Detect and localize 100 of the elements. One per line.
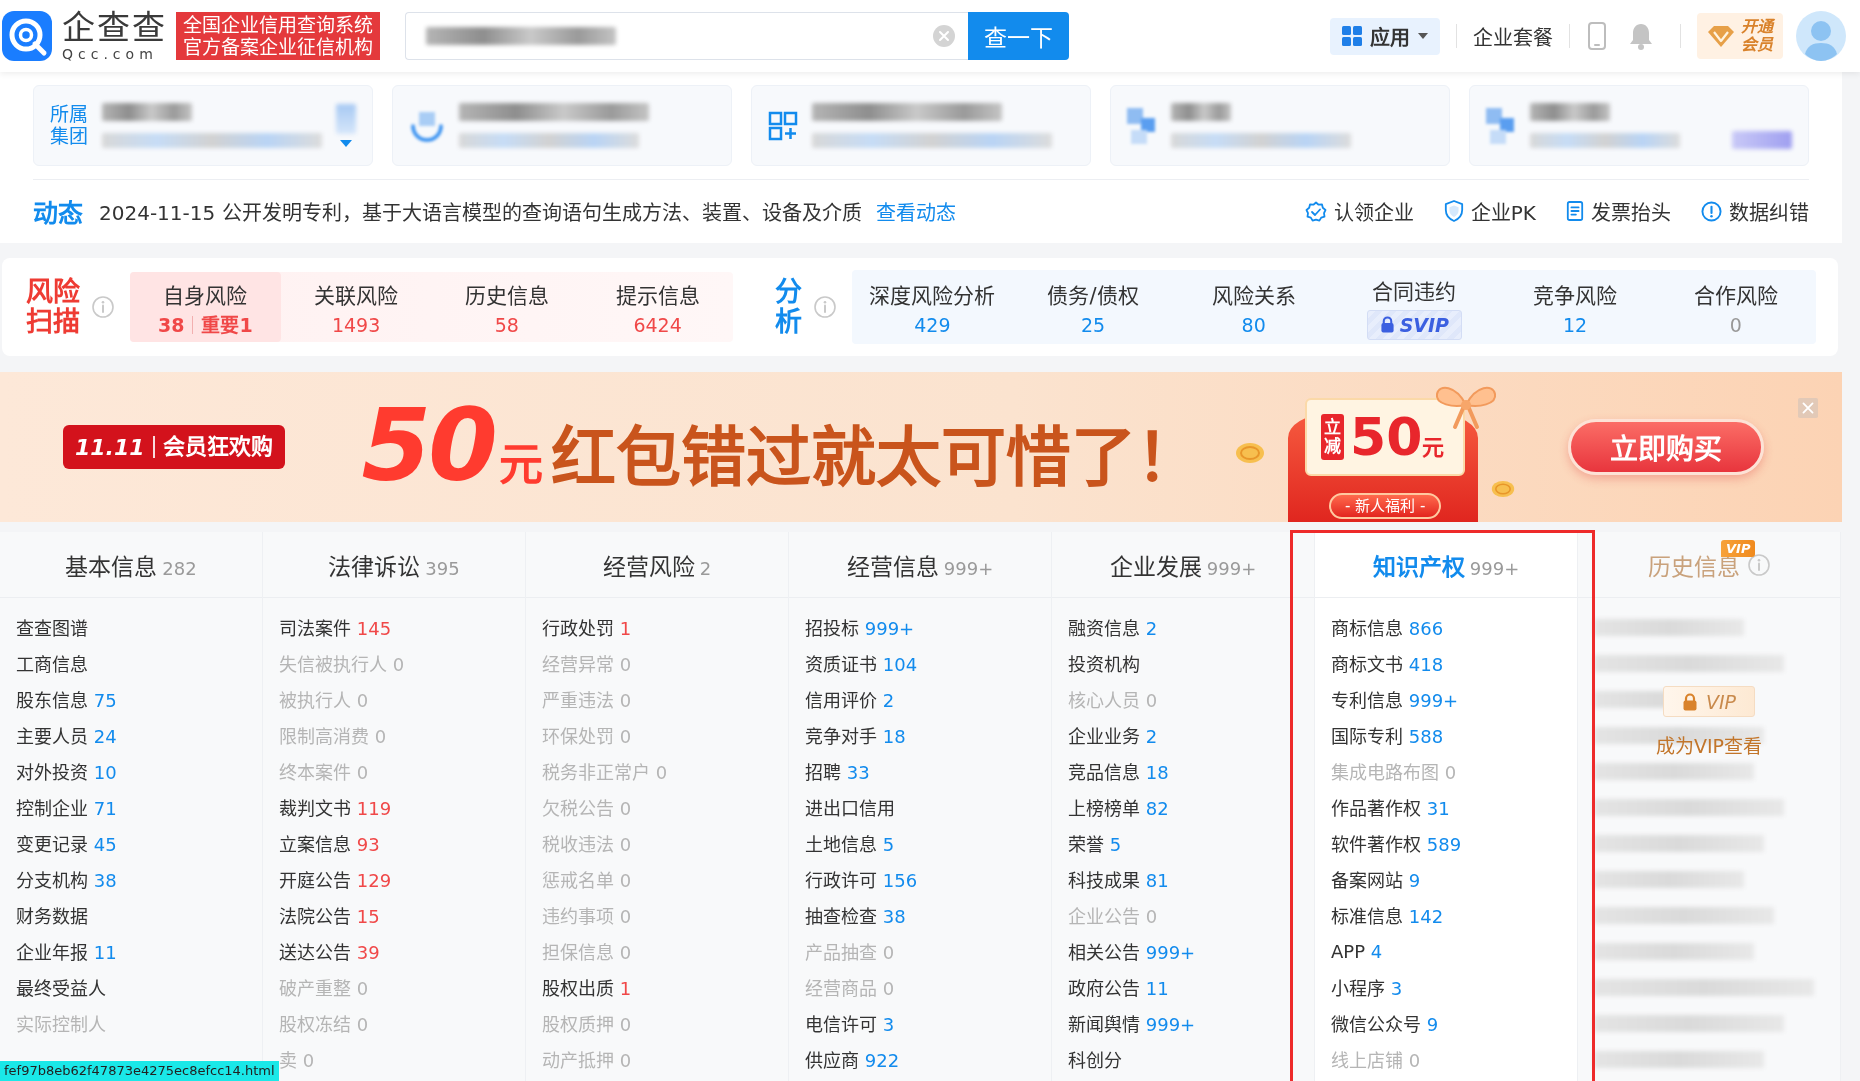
nav-link[interactable]: 工商信息 [16, 650, 88, 676]
nav-link[interactable]: 开庭公告 129 [279, 866, 392, 892]
nav-link[interactable]: 电信许可 3 [805, 1010, 895, 1036]
nav-link[interactable]: 查查图谱 [16, 614, 88, 640]
analysis-tab[interactable]: 深度风险分析 429 [852, 270, 1013, 344]
nav-link[interactable]: 主要人员 24 [16, 722, 117, 748]
risk-tab[interactable]: 提示信息 6424 [582, 272, 733, 342]
related-card[interactable] [1469, 85, 1809, 166]
nav-link[interactable]: 信用评价 2 [805, 686, 895, 712]
analysis-tab[interactable]: 合作风险 0 [1655, 270, 1817, 344]
view-news-link[interactable]: 查看动态 [875, 196, 956, 226]
promo-headline: 50元 红包错过就太可惜了！ [361, 395, 1201, 499]
brand-name: 企查查 [62, 10, 167, 45]
nav-link[interactable]: 资质证书 104 [805, 650, 918, 676]
nav-link[interactable]: 控制企业 71 [16, 794, 117, 820]
nav-link[interactable]: 土地信息 5 [805, 830, 895, 856]
nav-link[interactable]: 企业年报 11 [16, 938, 117, 964]
risk-tab[interactable]: 历史信息 58 [431, 272, 583, 342]
nav-link[interactable]: 相关公告 999+ [1068, 938, 1196, 964]
risk-tab[interactable]: 自身风险 38 重要1 [130, 272, 281, 342]
svip-badge[interactable]: SVIP [1366, 309, 1463, 340]
nav-link[interactable]: 小程序 3 [1331, 974, 1403, 1000]
nav-link[interactable]: 商标文书 418 [1331, 650, 1444, 676]
nav-link[interactable]: 法院公告 15 [279, 902, 380, 928]
nav-link[interactable]: 司法案件 145 [279, 614, 392, 640]
analysis-tab[interactable]: 债务/债权 25 [1012, 270, 1174, 344]
info-icon[interactable] [1748, 553, 1770, 576]
section-tab[interactable]: 法律诉讼 395 [263, 532, 525, 598]
nav-link[interactable]: 新闻舆情 999+ [1068, 1010, 1196, 1036]
nav-link[interactable]: 送达公告 39 [279, 938, 380, 964]
nav-link[interactable]: 政府公告 11 [1068, 974, 1169, 1000]
related-card[interactable] [751, 85, 1091, 166]
search-field[interactable] [405, 12, 968, 60]
nav-link[interactable]: 融资信息 2 [1068, 614, 1158, 640]
nav-link[interactable]: 裁判文书 119 [279, 794, 392, 820]
nav-link[interactable]: 行政许可 156 [805, 866, 918, 892]
analysis-tab[interactable]: 竞争风险 12 [1494, 270, 1656, 344]
nav-link[interactable]: 专利信息 999+ [1331, 686, 1459, 712]
info-icon[interactable] [814, 296, 836, 318]
claim-company-link[interactable]: 认领企业 [1304, 196, 1414, 226]
blurred-text [1171, 103, 1231, 121]
nav-link[interactable]: 竞品信息 18 [1068, 758, 1169, 784]
nav-link[interactable]: 招投标 999+ [805, 614, 915, 640]
section-tab[interactable]: 基本信息 282 [0, 532, 262, 598]
nav-link[interactable]: 备案网站 9 [1331, 866, 1421, 892]
related-card[interactable] [1110, 85, 1450, 166]
nav-link[interactable]: 上榜榜单 82 [1068, 794, 1169, 820]
section-tab[interactable]: 经营信息 999+ [789, 532, 1051, 598]
report-error-link[interactable]: 数据纠错 [1701, 196, 1809, 226]
nav-link[interactable]: 投资机构 [1068, 650, 1140, 676]
nav-link[interactable]: 最终受益人 [16, 974, 106, 1000]
news-title: 动态 [33, 198, 83, 229]
nav-link[interactable]: 竞争对手 18 [805, 722, 906, 748]
nav-link[interactable]: 进出口信用 [805, 794, 895, 820]
analysis-title: 分析 [775, 277, 802, 337]
section-tab[interactable]: 经营风险 2 [526, 532, 788, 598]
section-tab[interactable]: 知识产权 999+ [1315, 532, 1577, 598]
nav-link[interactable]: 荣誉 5 [1068, 830, 1122, 856]
search-button[interactable]: 查一下 [968, 12, 1069, 60]
nav-link[interactable]: 标准信息 142 [1331, 902, 1444, 928]
nav-link[interactable]: 商标信息 866 [1331, 614, 1444, 640]
info-icon[interactable] [92, 296, 114, 318]
nav-link[interactable]: 股东信息 75 [16, 686, 117, 712]
nav-link[interactable]: 科创分 [1068, 1046, 1122, 1072]
nav-link[interactable]: 招聘 33 [805, 758, 870, 784]
nav-link[interactable]: 企业业务 2 [1068, 722, 1158, 748]
nav-link[interactable]: 微信公众号 9 [1331, 1010, 1439, 1036]
close-icon[interactable] [1798, 398, 1818, 418]
nav-link[interactable]: 财务数据 [16, 902, 88, 928]
section-tab[interactable]: 企业发展 999+ [1052, 532, 1314, 598]
buy-button[interactable]: 立即购买 [1568, 419, 1764, 475]
plans-link[interactable]: 企业套餐 [1473, 21, 1553, 51]
blurred-text [1732, 131, 1792, 149]
nav-link[interactable]: 股权出质 1 [542, 974, 632, 1000]
risk-tab[interactable]: 关联风险 1493 [280, 272, 432, 342]
analysis-tab[interactable]: 风险关系 80 [1173, 270, 1334, 344]
related-card[interactable] [392, 85, 732, 166]
nav-link[interactable]: 分支机构 38 [16, 866, 117, 892]
nav-link[interactable]: 行政处罚 1 [542, 614, 632, 640]
phone-icon[interactable] [1588, 22, 1606, 50]
nav-link[interactable]: 软件著作权 589 [1331, 830, 1462, 856]
risk-scan-title: 风险扫描 [26, 277, 80, 337]
compare-link[interactable]: 企业PK [1443, 196, 1536, 226]
status-url: fef97b8eb62f47873e4275ec8efcc14.html [0, 1061, 279, 1081]
nav-link[interactable]: 国际专利 588 [1331, 722, 1444, 748]
nav-link[interactable]: 作品著作权 31 [1331, 794, 1450, 820]
slogan-text: 官方备案企业征信机构 [183, 36, 373, 58]
bell-icon[interactable] [1628, 22, 1654, 50]
clear-icon[interactable] [933, 25, 955, 47]
nav-link[interactable]: 科技成果 81 [1068, 866, 1169, 892]
nav-link[interactable]: 抽查检查 38 [805, 902, 906, 928]
avatar-icon[interactable] [1796, 11, 1846, 61]
invoice-link[interactable]: 发票抬头 [1566, 196, 1671, 226]
nav-link[interactable]: 变更记录 45 [16, 830, 117, 856]
analysis-tab[interactable]: 合同违约 SVIP [1334, 270, 1495, 344]
nav-link[interactable]: 立案信息 93 [279, 830, 380, 856]
nav-link[interactable]: APP 4 [1331, 940, 1383, 962]
nav-link[interactable]: 供应商 922 [805, 1046, 900, 1072]
nav-link[interactable]: 对外投资 10 [16, 758, 117, 784]
apps-menu-button[interactable]: 应用 [1330, 17, 1440, 55]
